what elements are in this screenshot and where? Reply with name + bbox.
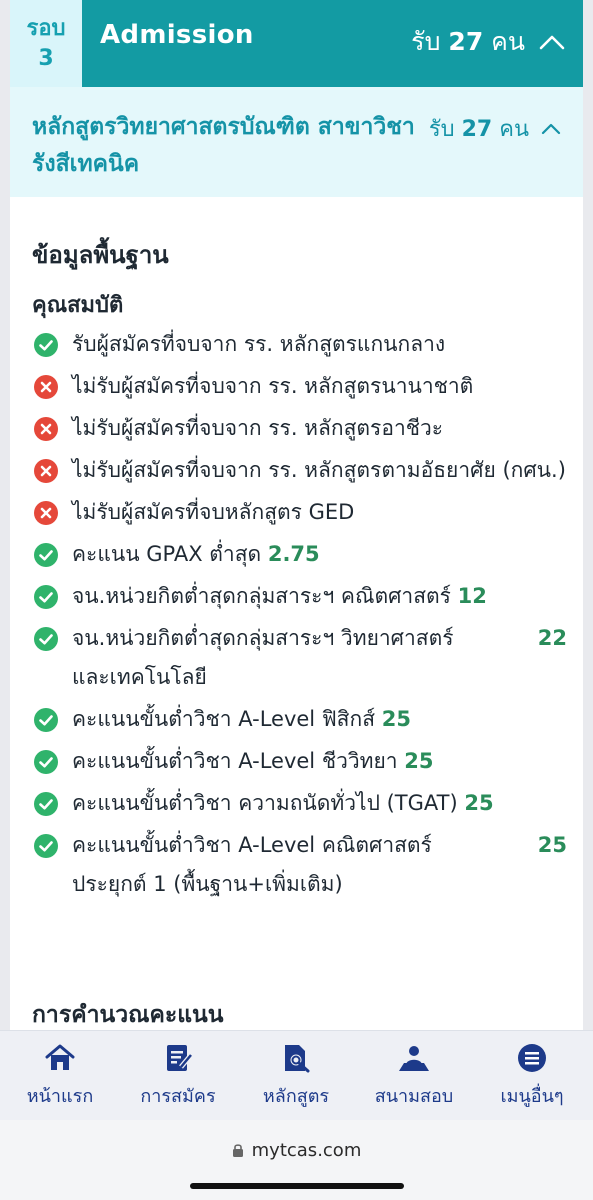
round-number: 3 [38,45,54,71]
nav-label-application: การสมัคร [140,1086,216,1107]
round-title-bar[interactable]: Admission รับ 27 คน [82,0,583,87]
nav-label-home: หน้าแรก [26,1086,94,1107]
round-header[interactable]: รอบ 3 Admission รับ 27 คน [0,0,593,87]
round-accept-label: รับ [411,27,441,56]
qualification-item: จน.หน่วยกิตต่ำสุดกลุ่มสาระฯ คณิตศาสตร์ 1… [32,577,567,616]
check-circle-icon [34,585,58,609]
qualification-value: 25 [381,707,411,731]
nav-item-application[interactable]: การสมัคร [123,1043,233,1110]
qualification-list: รับผู้สมัครที่จบจาก รร. หลักสูตรแกนกลางไ… [32,325,567,907]
qualification-text: คะแนนขั้นต่ำวิชา A-Level ฟิสิกส์ [72,707,376,731]
round-label: รอบ [26,15,66,41]
qualification-text: จน.หน่วยกิตต่ำสุดกลุ่มสาระฯ คณิตศาสตร์ [72,584,451,608]
check-circle-icon [34,627,58,651]
cross-circle-icon [34,501,58,525]
qualification-item: คะแนน GPAX ต่ำสุด 2.75 [32,535,567,574]
qualification-item: คะแนนขั้นต่ำวิชา A-Level ฟิสิกส์ 25 [32,700,567,739]
qualification-text: คะแนนขั้นต่ำวิชา ความถนัดทั่วไป (TGAT) [72,791,458,815]
round-accept-count: รับ 27 คน [411,22,565,62]
qualification-item: คะแนนขั้นต่ำวิชา ความถนัดทั่วไป (TGAT) 2… [32,784,567,823]
course-search-icon [285,1045,310,1073]
chevron-up-icon[interactable] [541,123,561,135]
qualification-text: รับผู้สมัครที่จบจาก รร. หลักสูตรแกนกลาง [72,332,446,356]
qualification-text: คะแนนขั้นต่ำวิชา A-Level ชีววิทยา [72,749,398,773]
qualification-item: คะแนนขั้นต่ำวิชา A-Level คณิตศาสตร์ประยุ… [32,826,567,904]
qualification-item: ไม่รับผู้สมัครที่จบหลักสูตร GED [32,493,567,532]
round-accept-unit: คน [491,27,525,56]
score-calculation-heading: การคำนวณคะแนน [32,1002,224,1028]
check-circle-icon [34,543,58,567]
round-number-box: รอบ 3 [10,0,82,87]
program-title: หลักสูตรวิทยาศาสตรบัณฑิต สาขาวิชารังสีเท… [32,114,415,177]
program-accept-unit: คน [499,117,529,142]
exam-site-icon [399,1046,429,1071]
nav-label-exam-site: สนามสอบ [374,1086,454,1107]
program-detail-card: ข้อมูลพื้นฐาน คุณสมบัติ รับผู้สมัครที่จบ… [10,197,583,1037]
chevron-up-icon[interactable] [539,34,565,50]
qualification-value: 25 [404,749,434,773]
bottom-navigation: หน้าแรก การสมัคร หลักสูตร สนามสอบ เมนูอื… [0,1030,593,1120]
qualification-text: จน.หน่วยกิตต่ำสุดกลุ่มสาระฯ วิทยาศาสตร์ … [72,626,454,689]
qualification-value: 2.75 [267,542,320,566]
qualification-item: ไม่รับผู้สมัครที่จบจาก รร. หลักสูตรอาชีว… [32,409,567,448]
nav-item-exam-site[interactable]: สนามสอบ [359,1043,469,1110]
qualification-item: ไม่รับผู้สมัครที่จบจาก รร. หลักสูตรตามอั… [32,451,567,490]
qualification-text: คะแนน GPAX ต่ำสุด [72,542,262,566]
url-display[interactable]: mytcas.com [0,1140,593,1161]
check-circle-icon [34,333,58,357]
menu-icon [518,1044,546,1072]
nav-label-courses: หลักสูตร [262,1086,330,1107]
qualification-text: ไม่รับผู้สมัครที่จบจาก รร. หลักสูตรตามอั… [72,458,566,482]
program-accept-count: รับ 27 คน [429,111,561,146]
page: รอบ 3 Admission รับ 27 คน หลักสูตรวิทยาศ… [0,0,593,1200]
lock-icon [232,1144,243,1157]
cross-circle-icon [34,459,58,483]
check-circle-icon [34,750,58,774]
qualification-text: คะแนนขั้นต่ำวิชา A-Level คณิตศาสตร์ประยุ… [72,833,432,896]
home-icon [45,1044,75,1070]
program-accept-number: 27 [461,117,493,142]
qualification-text: ไม่รับผู้สมัครที่จบจาก รร. หลักสูตรอาชีว… [72,416,444,440]
program-accept-label: รับ [428,117,455,142]
qualification-item: จน.หน่วยกิตต่ำสุดกลุ่มสาระฯ วิทยาศาสตร์ … [32,619,567,697]
browser-address-bar[interactable]: mytcas.com [0,1120,593,1200]
round-title: Admission [100,20,254,50]
qualification-text: ไม่รับผู้สมัครที่จบหลักสูตร GED [72,500,355,524]
qualification-item: ไม่รับผู้สมัครที่จบจาก รร. หลักสูตรนานาช… [32,367,567,406]
home-indicator[interactable] [190,1183,404,1189]
nav-label-more: เมนูอื่นๆ [500,1086,564,1107]
nav-item-courses[interactable]: หลักสูตร [241,1043,351,1110]
check-circle-icon [34,834,58,858]
qualification-value: 22 [537,626,567,650]
check-circle-icon [34,792,58,816]
cross-circle-icon [34,375,58,399]
qualification-text: ไม่รับผู้สมัครที่จบจาก รร. หลักสูตรนานาช… [72,374,474,398]
qualification-item: รับผู้สมัครที่จบจาก รร. หลักสูตรแกนกลาง [32,325,567,364]
application-form-icon [167,1045,193,1071]
url-text: mytcas.com [251,1140,362,1161]
qualification-value: 25 [464,791,494,815]
qualification-heading: คุณสมบัติ [32,293,124,318]
round-accept-number: 27 [448,27,484,56]
cross-circle-icon [34,417,58,441]
program-header[interactable]: หลักสูตรวิทยาศาสตรบัณฑิต สาขาวิชารังสีเท… [10,87,583,197]
basic-info-heading: ข้อมูลพื้นฐาน [32,241,169,269]
nav-item-home[interactable]: หน้าแรก [5,1043,115,1110]
check-circle-icon [34,708,58,732]
qualification-item: คะแนนขั้นต่ำวิชา A-Level ชีววิทยา 25 [32,742,567,781]
qualification-value: 25 [537,833,567,857]
qualification-value: 12 [457,584,487,608]
nav-item-more[interactable]: เมนูอื่นๆ [477,1043,587,1110]
